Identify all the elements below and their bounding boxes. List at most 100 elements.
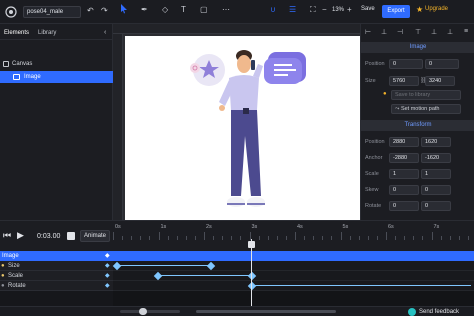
- timeline-tick-mark: [349, 236, 351, 240]
- track-lane-scale[interactable]: [113, 271, 474, 281]
- timeline-tick-mark: [413, 236, 415, 240]
- save-button[interactable]: Save: [361, 6, 379, 18]
- keyframe-marker[interactable]: [247, 281, 257, 291]
- send-feedback-link[interactable]: Send feedback: [419, 309, 459, 315]
- property-dot-icon: ●: [1, 283, 5, 289]
- track-lane-rotate[interactable]: [113, 281, 474, 291]
- timeline-tick-mark: [467, 236, 469, 240]
- timeline-tick-mark: [131, 236, 133, 240]
- set-motion-path-button[interactable]: ⤳ Set motion path: [391, 104, 461, 114]
- keyframe-icon[interactable]: ◆: [105, 261, 110, 271]
- keyframe-icon[interactable]: ◆: [105, 271, 110, 281]
- timeline-tick-mark: [458, 236, 460, 240]
- align-left-icon[interactable]: ⊢: [365, 28, 371, 36]
- position-y-input[interactable]: 0: [425, 59, 459, 69]
- position-x-input[interactable]: 0: [389, 59, 423, 69]
- timeline-panel: ⏮ ▶ 0:03.00 Animate 0s 1s 2s 3s 4s 5s 6s 7s Ima…: [0, 220, 474, 316]
- timeline-tick-mark: [267, 236, 269, 240]
- timeline-tick-mark: [213, 236, 215, 240]
- animate-button[interactable]: Animate: [80, 230, 110, 242]
- align-icon[interactable]: ☰: [289, 5, 296, 15]
- keyframe-marker[interactable]: [153, 271, 163, 281]
- status-bar: Send feedback: [0, 306, 474, 316]
- timeline-tick-mark: [140, 236, 142, 240]
- edit-time-icon[interactable]: [67, 232, 75, 240]
- timeline-tick-label: 6s: [388, 224, 394, 230]
- zoom-out-icon[interactable]: −: [322, 5, 327, 15]
- magnet-icon[interactable]: ∪: [270, 5, 276, 15]
- filename-field[interactable]: pose04_male: [23, 6, 81, 18]
- tab-library[interactable]: Library: [38, 30, 56, 36]
- collapse-panel-icon[interactable]: ‹: [104, 29, 106, 36]
- app-logo-icon[interactable]: [5, 6, 17, 21]
- shape-tool-icon[interactable]: ◇: [162, 5, 168, 15]
- play-icon[interactable]: ▶: [17, 230, 24, 241]
- timeline-ruler[interactable]: 0s 1s 2s 3s 4s 5s 6s 7s: [113, 221, 474, 251]
- artboard[interactable]: [125, 36, 360, 220]
- scale-label: Scale: [365, 171, 379, 177]
- size-width-input[interactable]: 5760: [389, 76, 419, 86]
- timeline-tick-mark: [331, 236, 333, 240]
- rotate-x-input[interactable]: 0: [389, 201, 419, 211]
- pen-tool-icon[interactable]: ✒: [141, 5, 148, 15]
- zoom-in-icon[interactable]: +: [347, 5, 352, 15]
- keyframe-marker[interactable]: [247, 271, 257, 281]
- tree-item-canvas[interactable]: Canvas: [0, 58, 113, 70]
- track-row-size[interactable]: ● Size ◆: [0, 261, 113, 271]
- keyframe-marker[interactable]: [206, 261, 216, 271]
- select-tool-icon[interactable]: [120, 4, 128, 17]
- anchor-y-input[interactable]: -1620: [421, 153, 451, 163]
- anchor-x-input[interactable]: -2880: [389, 153, 419, 163]
- skip-back-icon[interactable]: ⏮: [3, 230, 11, 241]
- distribute-icon[interactable]: ≡: [464, 28, 468, 35]
- tree-item-image[interactable]: Image: [0, 71, 113, 83]
- timeline-scrollbar[interactable]: [196, 310, 336, 313]
- transform-position-y-input[interactable]: 1620: [421, 137, 451, 147]
- align-middle-icon[interactable]: ⊥: [431, 28, 437, 36]
- character-illustration[interactable]: [125, 36, 360, 220]
- align-right-icon[interactable]: ⊣: [397, 28, 403, 36]
- timeline-tick-mark: [340, 232, 342, 240]
- track-group-label: Image: [2, 253, 19, 259]
- skew-x-input[interactable]: 0: [389, 185, 419, 195]
- canvas-viewport[interactable]: [113, 24, 360, 220]
- size-height-input[interactable]: 3240: [425, 76, 455, 86]
- fit-screen-icon[interactable]: ⛶: [310, 5, 316, 15]
- keyframe-toggle-icon[interactable]: ◆: [105, 251, 110, 261]
- zoom-level[interactable]: 13%: [332, 7, 344, 13]
- media-tool-icon[interactable]: ▢: [200, 5, 208, 15]
- timeline-zoom-track[interactable]: [120, 310, 180, 313]
- text-tool-icon[interactable]: T: [181, 5, 186, 15]
- keyframe-marker[interactable]: [112, 261, 122, 271]
- timeline-tick-mark: [185, 236, 187, 240]
- properties-panel: ⊢ ⊥ ⊣ ⊤ ⊥ ⊥ ≡ Image Position 0 0 Size 57…: [360, 24, 474, 220]
- undo-icon[interactable]: ↶: [87, 6, 94, 16]
- timeline-tick-label: 0s: [115, 224, 121, 230]
- more-tools-icon[interactable]: ⋯: [222, 5, 230, 15]
- align-top-icon[interactable]: ⊤: [415, 28, 421, 36]
- track-row-rotate[interactable]: ● Rotate ◆: [0, 281, 113, 291]
- save-to-library-button[interactable]: Save to library: [391, 90, 461, 100]
- skew-y-input[interactable]: 0: [421, 185, 451, 195]
- track-row-scale[interactable]: ● Scale ◆: [0, 271, 113, 281]
- timeline-tick-mark: [376, 236, 378, 240]
- align-center-icon[interactable]: ⊥: [381, 28, 387, 36]
- track-lane-size[interactable]: [112, 261, 474, 271]
- scale-y-input[interactable]: 1: [421, 169, 451, 179]
- keyframe-icon[interactable]: ◆: [105, 281, 110, 291]
- timeline-tick-mark: [422, 236, 424, 240]
- transform-position-x-input[interactable]: 2880: [389, 137, 419, 147]
- tree-item-label: Canvas: [12, 61, 33, 67]
- timeline-zoom-thumb[interactable]: [139, 308, 147, 315]
- scale-x-input[interactable]: 1: [389, 169, 419, 179]
- timeline-tick-mark: [122, 236, 124, 240]
- export-button[interactable]: Export: [382, 5, 410, 18]
- align-bottom-icon[interactable]: ⊥: [447, 28, 453, 36]
- rotate-y-input[interactable]: 0: [421, 201, 451, 211]
- redo-icon[interactable]: ↷: [101, 6, 108, 16]
- upgrade-button[interactable]: Upgrade: [425, 6, 465, 18]
- skew-label: Skew: [365, 187, 379, 193]
- track-group-image[interactable]: Image ◆: [0, 251, 113, 261]
- playhead-handle[interactable]: [248, 241, 255, 248]
- timeline-tick-mark: [176, 236, 178, 240]
